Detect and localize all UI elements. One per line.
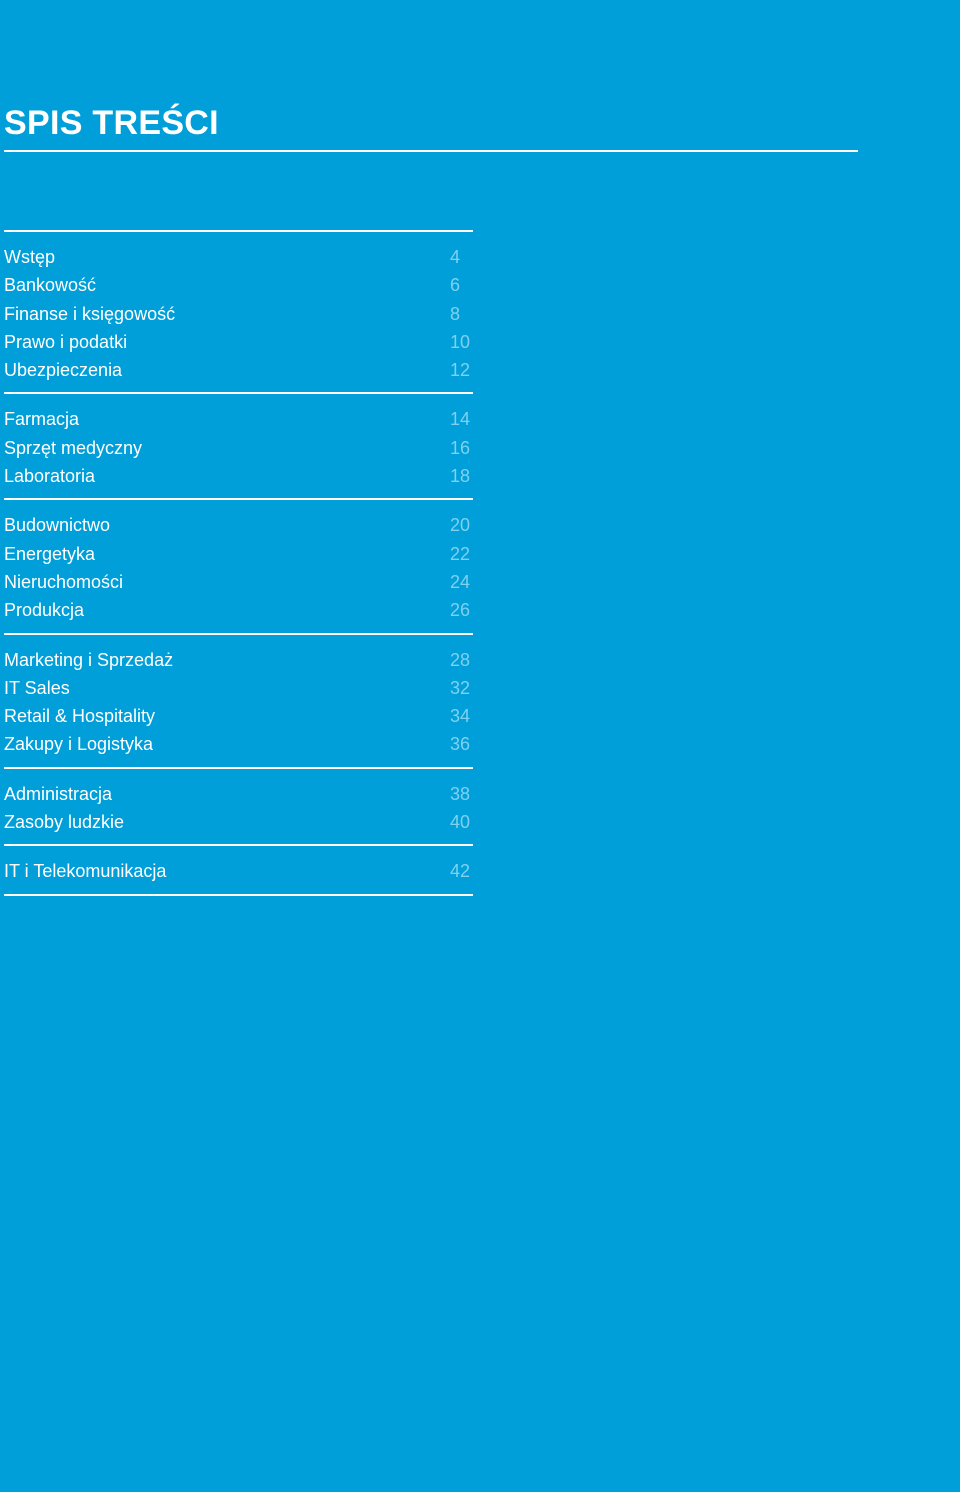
toc-entry[interactable]: IT Sales 32 [4,674,473,702]
toc-entry-page-number: 22 [450,543,471,564]
toc-entry[interactable]: IT i Telekomunikacja 42 [4,857,473,885]
toc-entry[interactable]: Wstęp 4 [4,243,473,271]
toc-entry[interactable]: Energetyka 22 [4,540,473,568]
toc-entry[interactable]: Sprzęt medyczny 16 [4,434,473,462]
toc-entry-page-number: 36 [450,734,471,755]
toc-entry-label: Ubezpieczenia [4,360,123,381]
toc-entry-page-number: 10 [450,331,471,352]
toc-section: IT i Telekomunikacja 42 [4,846,473,893]
toc-entry[interactable]: Produkcja 26 [4,596,473,624]
toc-entry-label: Finanse i księgowość [4,303,176,324]
toc-entry-label: Zasoby ludzkie [4,812,125,833]
toc-entry[interactable]: Retail & Hospitality 34 [4,702,473,730]
toc-entry[interactable]: Finanse i księgowość 8 [4,300,473,328]
toc-entry-label: Retail & Hospitality [4,706,156,727]
toc-entry[interactable]: Ubezpieczenia 12 [4,356,473,384]
toc-entry[interactable]: Prawo i podatki 10 [4,328,473,356]
toc-section: Budownictwo 20 Energetyka 22 Nieruchomości 24… [4,500,473,632]
toc-entry-label: Marketing i Sprzedaż [4,649,174,670]
toc-entry[interactable]: Nieruchomości 24 [4,568,473,596]
toc-entry-page-number: 38 [450,783,471,804]
toc-entry-label: Budownictwo [4,515,111,536]
toc-entry-label: Sprzęt medyczny [4,437,143,458]
toc-entry-page-number: 12 [450,360,471,381]
toc-entry-page-number: 16 [450,437,471,458]
toc-section: Wstęp 4 Bankowość 6 Finanse i księgowość 8 Pra… [4,232,473,392]
toc-entry-page-number: 28 [450,649,471,670]
toc-entry-page-number: 8 [450,303,461,324]
toc-entry-label: IT Sales [4,677,70,698]
toc-entry-label: Bankowość [4,275,97,296]
toc-entry[interactable]: Farmacja 14 [4,405,473,433]
toc-entry-label: IT i Telekomunikacja [4,861,167,882]
toc-entry-label: Wstęp [4,247,56,267]
toc-section: Administracja 38 Zasoby ludzkie 40 [4,769,473,845]
toc-entry-label: Energetyka [4,543,96,564]
toc-section: Marketing i Sprzedaż 28 IT Sales 32 Retail &… [4,635,473,767]
title-divider [4,150,858,152]
toc-entry[interactable]: Marketing i Sprzedaż 28 [4,646,473,674]
toc-entry-label: Nieruchomości [4,571,124,592]
toc-entry-label: Zakupy i Logistyka [4,734,154,755]
toc-entry-label: Laboratoria [4,466,96,487]
toc-entry[interactable]: Bankowość 6 [4,271,473,299]
toc-entry-page-number: 24 [450,571,471,592]
toc-entry-page-number: 34 [450,706,471,727]
toc-entry-page-number: 4 [450,247,461,267]
toc-entry[interactable]: Zasoby ludzkie 40 [4,808,473,836]
toc-entry[interactable]: Budownictwo 20 [4,511,473,539]
toc-entry[interactable]: Zakupy i Logistyka 36 [4,730,473,758]
toc-entry-label: Administracja [4,783,113,804]
toc-entry[interactable]: Laboratoria 18 [4,462,473,490]
toc-entry-page-number: 6 [450,275,461,296]
table-of-contents: Wstęp 4 Bankowość 6 Finanse i księgowość 8 Pra… [4,230,473,896]
toc-entry-page-number: 18 [450,466,471,487]
toc-entry-page-number: 14 [450,409,471,430]
toc-entry-label: Farmacja [4,409,80,430]
toc-entry-page-number: 26 [450,600,471,621]
toc-entry-page-number: 32 [450,677,471,698]
toc-entry-label: Produkcja [4,600,85,621]
section-divider [4,893,473,896]
toc-entry-label: Prawo i podatki [4,331,128,352]
toc-entry-page-number: 42 [450,861,471,882]
toc-entry[interactable]: Administracja 38 [4,780,473,808]
toc-entry-page-number: 40 [450,812,471,833]
page-title: SPIS TREŚCI [4,104,219,142]
toc-entry-page-number: 20 [450,515,471,536]
toc-section: Farmacja 14 Sprzęt medyczny 16 Laboratoria 18 [4,394,473,498]
